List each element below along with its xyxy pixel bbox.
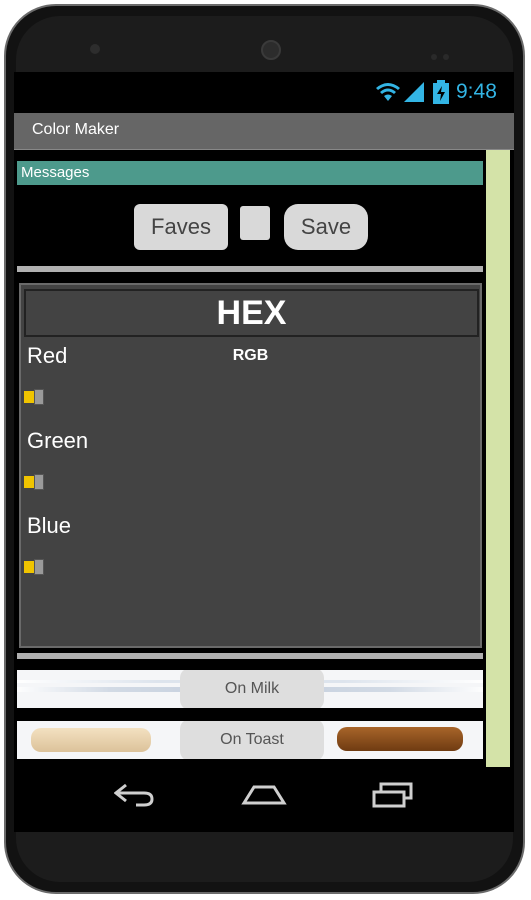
blue-slider[interactable] (24, 559, 46, 575)
rgb-label: RGB (232, 347, 269, 364)
save-button[interactable]: Save (284, 204, 368, 250)
on-milk-button[interactable]: On Milk (180, 670, 324, 708)
navigation-bar (14, 767, 514, 832)
hex-label: HEX (216, 294, 287, 332)
screen: 9:48 Color Maker Messages Faves Save HEX… (14, 72, 514, 832)
toast-preview: On Toast (17, 721, 483, 759)
wifi-icon (376, 82, 424, 102)
messages-label: Messages (21, 164, 90, 181)
red-slider[interactable] (24, 389, 46, 405)
app-title: Color Maker (32, 121, 120, 138)
red-label: Red (27, 343, 68, 368)
toast-dark-image (337, 727, 463, 751)
milk-preview: On Milk (17, 670, 483, 708)
green-slider[interactable] (24, 474, 46, 490)
faves-button[interactable]: Faves (134, 204, 228, 250)
blue-label: Blue (27, 513, 72, 538)
messages-bar: Messages (17, 161, 483, 185)
earpiece (90, 44, 100, 54)
recents-icon[interactable] (371, 781, 415, 809)
on-toast-button[interactable]: On Toast (180, 721, 324, 759)
status-bar: 9:48 (14, 72, 514, 112)
color-panel: HEX RGB Red Green Blue (19, 283, 482, 648)
clock: 9:48 (456, 80, 497, 103)
home-icon[interactable] (241, 781, 287, 809)
battery-charging-icon (433, 80, 449, 104)
divider (17, 653, 483, 659)
divider (17, 266, 483, 272)
side-strip (486, 150, 510, 770)
hex-display: HEX (24, 289, 479, 337)
front-camera (261, 40, 281, 60)
app-title-bar: Color Maker (14, 113, 514, 150)
app-content: Messages Faves Save HEX RGB Red Green Bl… (14, 150, 514, 832)
back-icon[interactable] (114, 781, 156, 809)
color-swatch[interactable] (240, 206, 270, 240)
green-label: Green (27, 428, 89, 453)
toast-light-image (31, 728, 151, 752)
sensor (431, 47, 455, 60)
